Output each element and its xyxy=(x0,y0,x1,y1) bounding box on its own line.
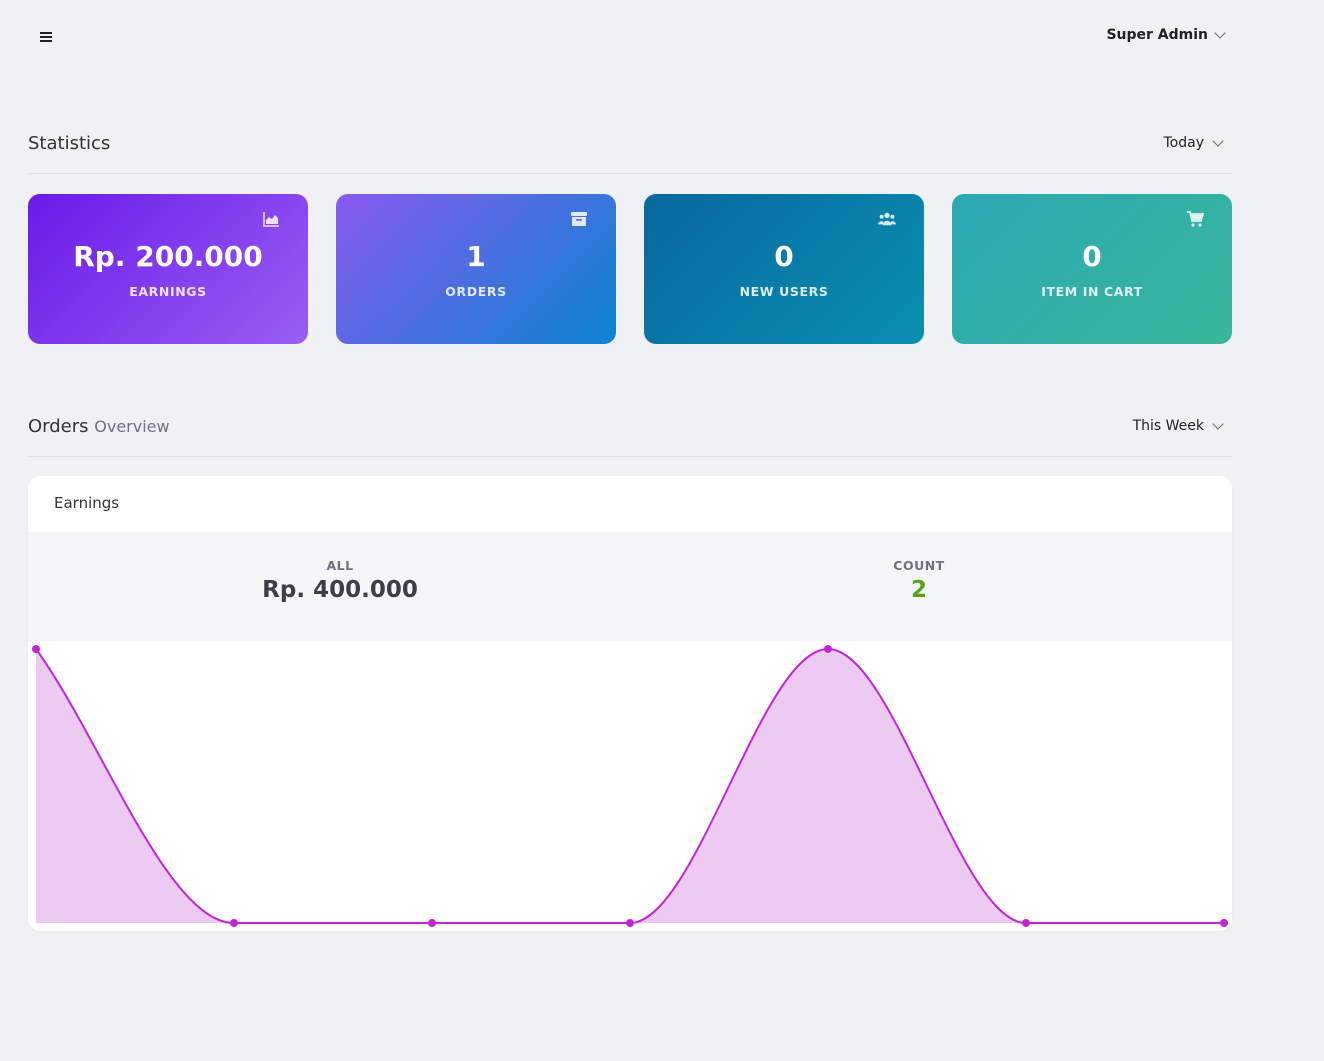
new-users-label: NEW USERS xyxy=(739,284,829,299)
chart-series-line xyxy=(35,647,1224,925)
earnings-value: Rp. 200.000 xyxy=(73,240,263,273)
area-chart-icon xyxy=(263,212,279,227)
orders-label: ORDERS xyxy=(445,284,507,299)
hamburger-icon[interactable] xyxy=(36,24,56,50)
chevron-down-icon xyxy=(1212,134,1224,147)
chart-point-1[interactable] xyxy=(32,645,40,653)
chart-point-2[interactable] xyxy=(230,919,238,927)
chart-point-6[interactable] xyxy=(1022,919,1030,927)
item-in-cart-card[interactable]: 0 ITEM IN CART xyxy=(952,194,1232,344)
all-stat: ALL Rp. 400.000 xyxy=(190,558,490,603)
shopping-cart-icon xyxy=(1187,211,1204,227)
chart-area-fill xyxy=(36,649,1224,923)
new-users-card[interactable]: 0 NEW USERS xyxy=(644,194,924,344)
top-bar: Super Admin xyxy=(0,0,1324,74)
orders-value: 1 xyxy=(466,240,486,273)
count-label: COUNT xyxy=(893,558,945,573)
chart-point-3[interactable] xyxy=(428,919,436,927)
earnings-area-chart xyxy=(32,645,1228,927)
user-menu[interactable]: Super Admin xyxy=(1106,26,1226,43)
orders-period-dropdown[interactable]: This Week xyxy=(1132,417,1224,434)
earnings-label: EARNINGS xyxy=(129,284,207,299)
chart-point-4[interactable] xyxy=(626,919,634,927)
user-name: Super Admin xyxy=(1106,27,1208,43)
statistics-title: Statistics xyxy=(28,133,111,154)
count-value: 2 xyxy=(910,577,927,603)
earnings-summary: ALL Rp. 400.000 COUNT 2 xyxy=(28,532,1232,641)
chevron-down-icon xyxy=(1214,26,1226,39)
orders-period-label: This Week xyxy=(1132,418,1204,434)
count-stat: COUNT 2 xyxy=(769,558,1069,603)
chart-point-5[interactable] xyxy=(824,645,832,653)
chart-point-7[interactable] xyxy=(1220,919,1228,927)
statistics-header: Statistics Today xyxy=(28,133,1232,174)
archive-box-icon xyxy=(571,212,587,226)
item-in-cart-value: 0 xyxy=(1082,240,1102,273)
orders-title-main: Orders xyxy=(28,416,89,437)
users-icon xyxy=(878,212,896,226)
orders-card[interactable]: 1 ORDERS xyxy=(336,194,616,344)
statistics-period-label: Today xyxy=(1163,135,1205,151)
earnings-panel: Earnings ALL Rp. 400.000 COUNT 2 xyxy=(28,476,1232,931)
chevron-down-icon xyxy=(1212,417,1224,430)
orders-title-sub: Overview xyxy=(94,417,170,436)
statistics-period-dropdown[interactable]: Today xyxy=(1163,134,1224,151)
item-in-cart-label: ITEM IN CART xyxy=(1041,284,1143,299)
all-label: ALL xyxy=(326,558,354,573)
orders-header: Orders Overview This Week xyxy=(28,416,1232,457)
new-users-value: 0 xyxy=(774,240,794,273)
earnings-card[interactable]: Rp. 200.000 EARNINGS xyxy=(28,194,308,344)
earnings-panel-title: Earnings xyxy=(54,494,120,512)
orders-title: Orders Overview xyxy=(28,416,170,437)
all-value: Rp. 400.000 xyxy=(262,577,418,603)
